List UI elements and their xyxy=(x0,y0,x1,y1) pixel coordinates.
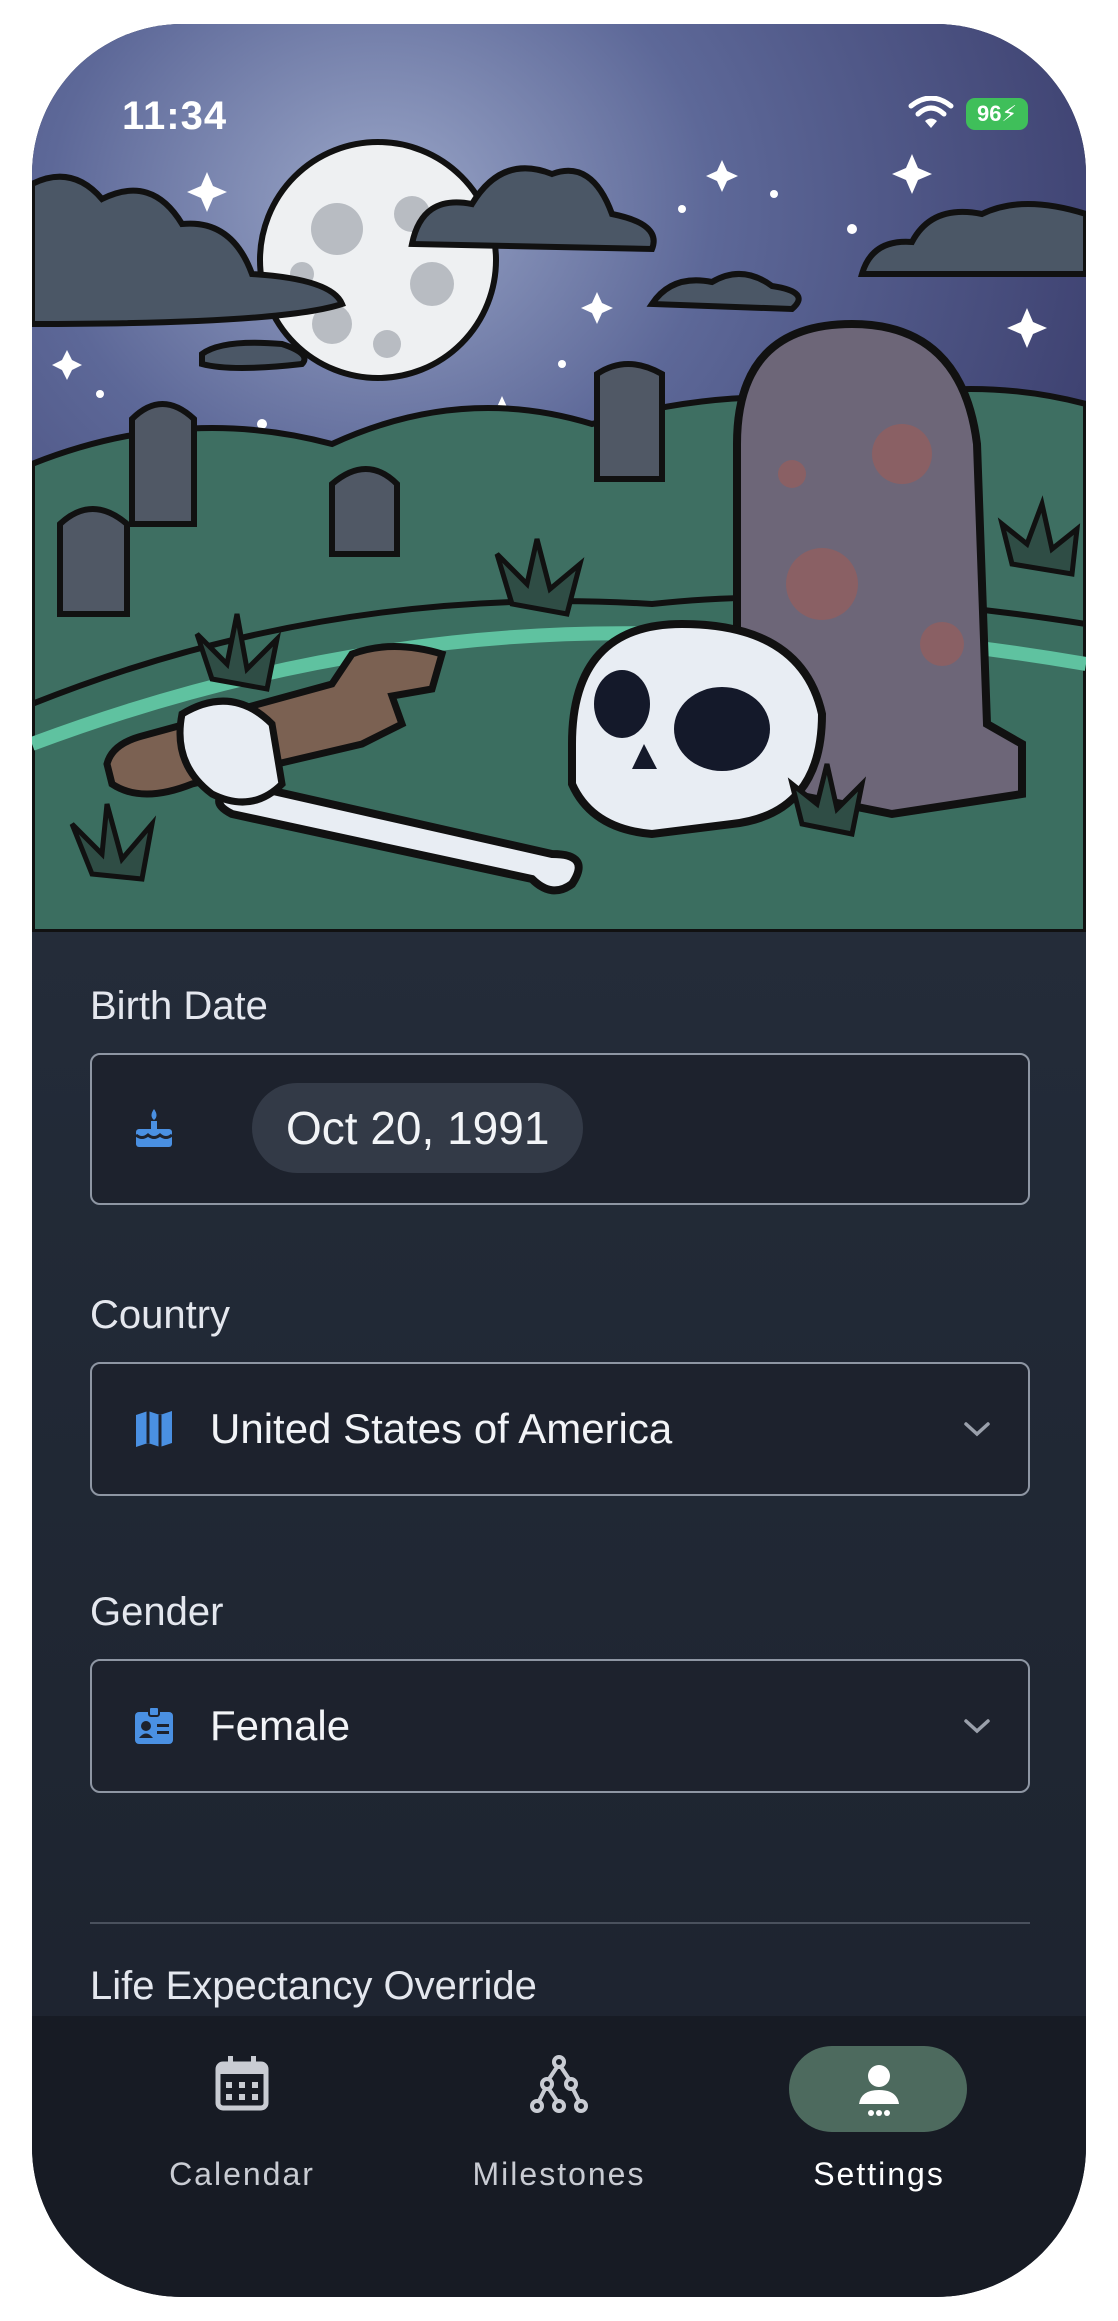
wifi-icon xyxy=(908,96,954,128)
bottom-tab-bar: Calendar Milestones Settings xyxy=(32,2016,1086,2297)
tab-milestones[interactable]: Milestones xyxy=(409,2046,709,2196)
calendar-icon xyxy=(215,2056,269,2111)
country-value: United States of America xyxy=(210,1405,673,1452)
country-label: Country xyxy=(90,1293,231,1337)
battery-indicator: 96 ⚡ xyxy=(966,98,1028,130)
birth-date-value: Oct 20, 1991 xyxy=(286,1102,550,1154)
chevron-down-icon xyxy=(964,1422,990,1437)
settings-form: Birth Date Oct 20, 1991 Country United S… xyxy=(90,984,1030,1793)
phone-screen: 11:34 96 ⚡ Birth Date Oct 20, 1991 Countr… xyxy=(32,24,1086,2297)
graveyard-illustration: 11:34 96 ⚡ xyxy=(32,24,1086,932)
battery-level: 96 xyxy=(977,101,1002,126)
status-time: 11:34 xyxy=(122,94,228,138)
gender-select[interactable]: Female xyxy=(90,1659,1030,1793)
life-expectancy-override-label: Life Expectancy Override xyxy=(90,1964,537,2008)
country-select[interactable]: United States of America xyxy=(90,1362,1030,1496)
gender-label: Gender xyxy=(90,1590,224,1634)
tab-settings-label: Settings xyxy=(813,2156,945,2192)
tab-settings[interactable]: Settings xyxy=(729,2046,1029,2196)
settings-person-icon xyxy=(859,2065,899,2116)
cake-icon xyxy=(135,1109,173,1147)
birth-date-label: Birth Date xyxy=(90,984,268,1028)
tab-calendar-label: Calendar xyxy=(169,2156,315,2192)
id-badge-icon xyxy=(135,1706,173,1744)
status-bar: 11:34 96 ⚡ xyxy=(32,24,1086,138)
section-divider xyxy=(90,1922,1030,1924)
map-icon xyxy=(136,1411,172,1447)
birth-date-field[interactable]: Oct 20, 1991 xyxy=(90,1053,1030,1205)
chevron-down-icon xyxy=(964,1719,990,1734)
gender-value: Female xyxy=(210,1702,351,1749)
charging-bolt-icon: ⚡ xyxy=(1001,101,1017,126)
date-chip[interactable]: Oct 20, 1991 xyxy=(252,1083,584,1173)
milestones-icon xyxy=(530,2055,588,2113)
tab-milestones-label: Milestones xyxy=(472,2156,646,2192)
tab-calendar[interactable]: Calendar xyxy=(92,2046,392,2196)
